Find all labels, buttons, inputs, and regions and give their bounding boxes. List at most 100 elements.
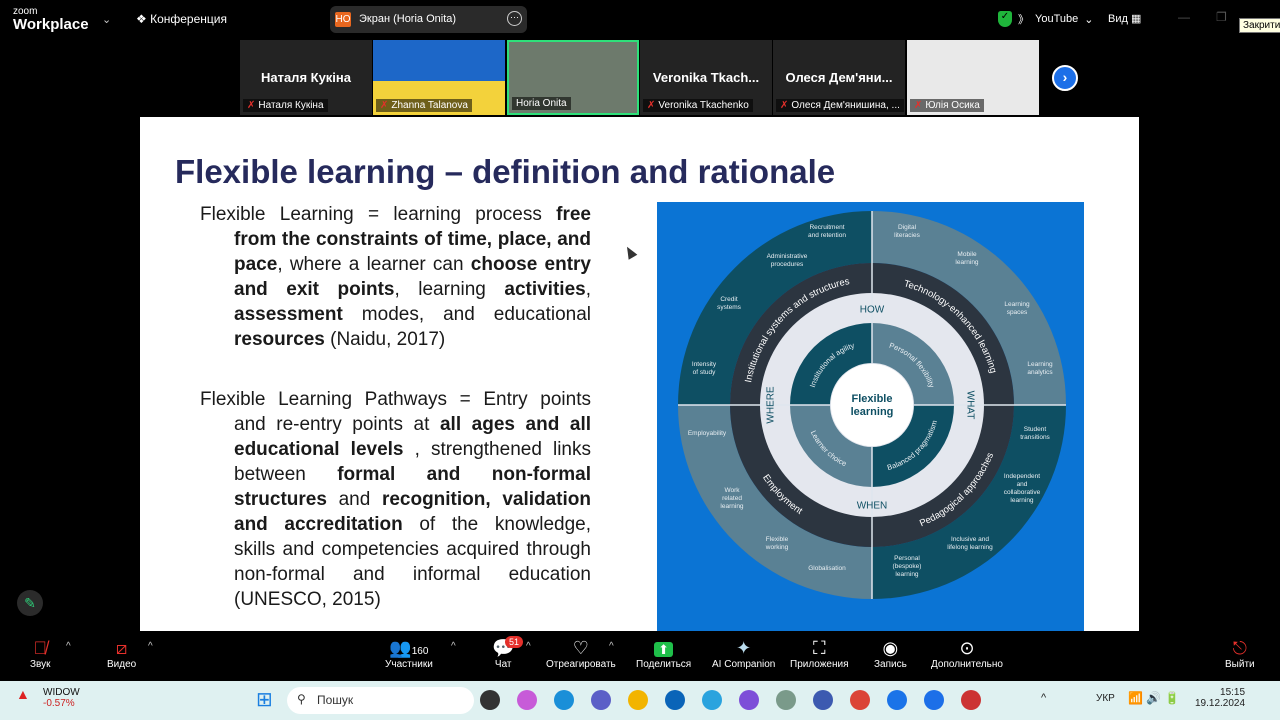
participant-tile[interactable]: Horia Onita [507,40,639,115]
mic-muted-icon: 🎙̸ [33,638,48,658]
broadcast-icon: 》 [1018,14,1029,26]
audio-options-caret[interactable]: ^ [66,641,71,652]
mic-muted-icon: ✗ [247,100,256,111]
outer-label: Employability [688,430,727,437]
taskbar-app-icon[interactable] [813,690,833,710]
sparkle-icon: ✦ [736,638,752,658]
video-options-caret[interactable]: ^ [148,641,153,652]
text: , learning [394,279,505,300]
center-label: Flexible [852,393,893,405]
share-label: Поделиться [636,659,692,670]
compass-label-bottom: WHEN [857,501,888,512]
flexible-learning-diagram: Flexible learning HOW WHEN WHERE WHAT Institut… [657,202,1084,631]
language-indicator[interactable]: УКР [1096,693,1115,704]
chat-badge: 51 [505,636,524,648]
meeting-toolbar: 🎙̸ Звук ^ ⧄ Видео ^ 👥160 Участники ^ 💬 Чат ^… [0,631,1280,681]
taskbar-app-icon[interactable] [628,690,648,710]
network-volume-icons[interactable]: 📶 🔊 🔋 [1128,691,1180,705]
outer-label: Student transitions [1020,426,1050,441]
participants-button[interactable]: 👥160 Участники [385,637,433,670]
tray-chevron[interactable]: ^ [1041,692,1046,704]
leave-button[interactable]: ⎋ Выйти [1225,637,1255,670]
mic-muted-icon: ✗ [780,100,789,111]
participant-tile[interactable]: ✗ Юлія Осика [907,40,1039,115]
chat-caret[interactable]: ^ [526,641,531,652]
leave-icon: ⎋ [1232,638,1247,658]
taskbar-app-icon[interactable] [517,690,537,710]
taskbar-app-icon[interactable] [776,690,796,710]
stock-icon: ▲ [16,686,30,702]
minimize-button[interactable]: — [1178,10,1190,24]
compass-label-left: WHERE [766,386,777,424]
compass-label-top: HOW [860,305,885,316]
taskbar-app-icon[interactable] [480,690,500,710]
more-label: Дополнительно [931,659,1003,670]
definition-paragraph: Flexible Learning = learning process fre… [200,202,591,352]
participant-label: ✗ Наталя Кукіна [243,99,328,112]
heart-icon: ♡ [572,638,589,658]
stock-widget[interactable]: WIDOW -0.57% [43,687,80,709]
view-button[interactable]: Вид ▦ [1108,12,1141,25]
text: (Naidu, 2017) [324,329,446,350]
more-icon[interactable]: ··· [507,11,522,26]
participant-name-big: Олеся Дем'яни... [785,70,893,85]
meeting-icon: ❖ [136,12,151,26]
react-button[interactable]: ♡ Отреагировать [546,637,616,670]
taskbar-app-icon[interactable] [702,690,722,710]
ai-companion-button[interactable]: ✦ AI Companion [712,637,775,670]
react-label: Отреагировать [546,659,616,670]
participant-label: ✗ Veronika Tkachenko [643,99,753,112]
video-button[interactable]: ⧄ Видео [107,637,136,670]
slide-title: Flexible learning – definition and ratio… [175,153,836,190]
taskbar-app-icon[interactable] [665,690,685,710]
livestream-button[interactable]: ✓ 》 YouTube ⌄ [998,11,1093,27]
participant-name: Zhanna Talanova [391,100,468,111]
chevron-down-icon[interactable]: ⌄ [102,13,111,26]
mic-muted-icon: ✗ [647,100,656,111]
participant-tile[interactable]: ✗ Zhanna Talanova [373,40,505,115]
search-icon: ⚲ [297,692,306,706]
compass-label-right: WHAT [964,391,975,420]
react-caret[interactable]: ^ [609,641,614,652]
record-label: Запись [874,659,907,670]
participant-tile[interactable]: Veronika Tkach... ✗ Veronika Tkachenko [640,40,772,115]
next-page-button[interactable]: › [1052,65,1078,91]
participants-caret[interactable]: ^ [451,641,456,652]
participant-name-big: Veronika Tkach... [652,70,760,85]
taskbar-app-icon[interactable] [961,690,981,710]
share-button[interactable]: ⬆ Поделиться [636,637,691,670]
maximize-button[interactable]: ❐ [1216,10,1227,24]
taskbar-app-icon[interactable] [739,690,759,710]
audio-button[interactable]: 🎙̸ Звук [30,637,51,670]
outer-label: Inclusive and lifelong learning [947,536,993,551]
taskbar-app-icon[interactable] [591,690,611,710]
taskbar-app-icon[interactable] [554,690,574,710]
stock-name: WIDOW [43,687,80,698]
share-title: Экран (Horia Onita) [359,13,457,25]
annotate-pen-button[interactable]: ✎ [17,590,43,616]
outer-label: Learning spaces [1004,301,1030,316]
center-label: learning [851,406,894,418]
participant-tile[interactable]: Олеся Дем'яни... ✗ Олеся Дем'янишина, ... [773,40,905,115]
clock[interactable]: 15:15 19.12.2024 [1195,687,1245,709]
outer-label: Administrative procedures [767,253,808,268]
participant-name-big: Наталя Кукіна [260,70,352,85]
participant-tile[interactable]: Наталя Кукіна ✗ Наталя Кукіна [240,40,372,115]
outer-label: Flexible working [765,536,789,551]
taskbar-app-icon[interactable] [924,690,944,710]
meeting-info-button[interactable]: ❖ Конференция [136,12,227,26]
screen-share-indicator[interactable]: НО Экран (Horia Onita) ··· [330,6,527,33]
apps-button[interactable]: ⛶ Приложения [790,637,849,670]
mic-muted-icon: ✗ [914,100,923,111]
taskbar-app-icon[interactable] [850,690,870,710]
outer-label: Recruitment and retention [808,224,846,239]
more-button[interactable]: ⊙ Дополнительно [931,637,1003,670]
meeting-label: Конференция [150,12,227,26]
taskbar-app-icon[interactable] [887,690,907,710]
taskbar-search[interactable]: ⚲ Пошук [287,687,474,714]
start-button[interactable]: ⊞ [256,690,276,710]
participant-label: ✗ Юлія Осика [910,99,984,112]
time: 15:15 [1220,687,1246,698]
shield-icon: ✓ [998,11,1012,27]
record-button[interactable]: ◉ Запись [874,637,907,670]
